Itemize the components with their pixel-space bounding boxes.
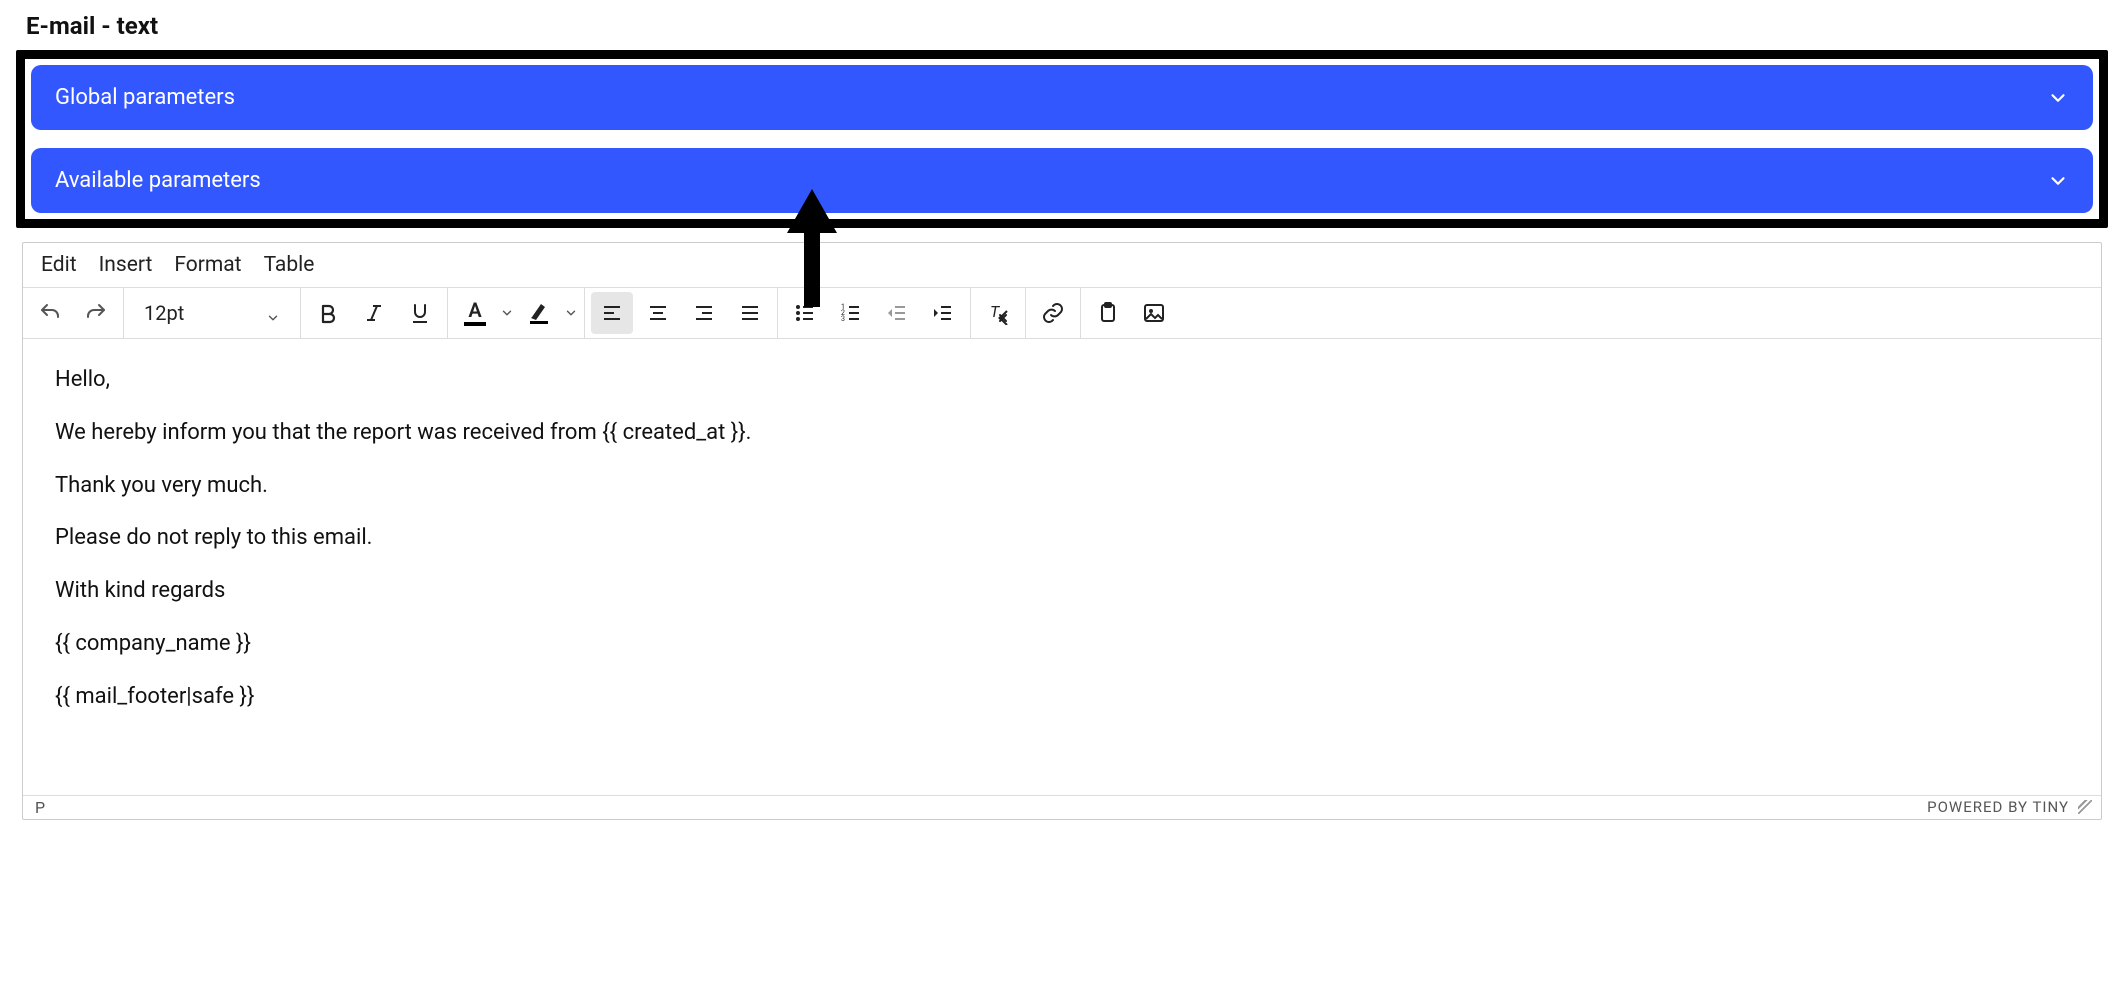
highlight-color-button[interactable] (518, 292, 578, 334)
bullet-list-button[interactable] (784, 292, 826, 334)
toolbar-group-color: A (448, 288, 585, 338)
editor-paragraph: With kind regards (55, 576, 2073, 607)
editor-paragraph: {{ mail_footer|safe }} (55, 682, 2073, 713)
menu-edit[interactable]: Edit (41, 253, 77, 277)
underline-button[interactable] (399, 292, 441, 334)
align-left-button[interactable] (591, 292, 633, 334)
italic-button[interactable] (353, 292, 395, 334)
accordion-label: Global parameters (55, 85, 235, 110)
numbered-list-button[interactable]: 123 (830, 292, 872, 334)
element-path[interactable]: P (35, 798, 45, 817)
svg-text:3: 3 (841, 315, 845, 323)
parameters-highlight-box: Global parameters Available parameters (16, 50, 2108, 228)
toolbar-group-history (23, 288, 124, 338)
accordion-label: Available parameters (55, 168, 261, 193)
powered-by-label: POWERED BY TINY (1927, 798, 2069, 816)
toolbar-group-link (1026, 288, 1081, 338)
align-right-button[interactable] (683, 292, 725, 334)
page-title: E-mail - text (0, 0, 2124, 50)
menu-table[interactable]: Table (264, 253, 315, 277)
redo-button[interactable] (75, 292, 117, 334)
menu-insert[interactable]: Insert (99, 253, 153, 277)
menu-format[interactable]: Format (174, 253, 241, 277)
indent-button[interactable] (922, 292, 964, 334)
editor-content-area[interactable]: Hello, We hereby inform you that the rep… (23, 339, 2101, 795)
toolbar-group-insert (1081, 288, 1181, 338)
editor-paragraph: Hello, (55, 365, 2073, 396)
chevron-down-icon (2047, 170, 2069, 192)
accordion-global-parameters[interactable]: Global parameters (31, 65, 2093, 130)
editor-paragraph: We hereby inform you that the report was… (55, 418, 2073, 449)
editor-paragraph: {{ company_name }} (55, 629, 2073, 660)
toolbar-group-clear: T (971, 288, 1026, 338)
align-center-button[interactable] (637, 292, 679, 334)
accordion-available-parameters[interactable]: Available parameters (31, 148, 2093, 213)
editor-paragraph: Please do not reply to this email. (55, 523, 2073, 554)
insert-link-button[interactable] (1032, 292, 1074, 334)
undo-button[interactable] (29, 292, 71, 334)
editor-statusbar: P POWERED BY TINY (23, 795, 2101, 819)
insert-image-button[interactable] (1133, 292, 1175, 334)
chevron-down-icon (500, 306, 514, 320)
chevron-down-icon (2047, 87, 2069, 109)
rich-text-editor: Edit Insert Format Table 12pt (22, 242, 2102, 820)
toolbar-group-lists: 123 (778, 288, 971, 338)
paste-button[interactable] (1087, 292, 1129, 334)
editor-paragraph: Thank you very much. (55, 471, 2073, 502)
chevron-down-icon (564, 306, 578, 320)
align-justify-button[interactable] (729, 292, 771, 334)
toolbar-group-align (585, 288, 778, 338)
resize-handle-icon[interactable] (2077, 799, 2093, 815)
editor-toolbar: 12pt A (23, 288, 2101, 339)
outdent-button[interactable] (876, 292, 918, 334)
font-size-value: 12pt (144, 301, 184, 325)
toolbar-group-textstyle (301, 288, 448, 338)
clear-formatting-button[interactable]: T (977, 292, 1019, 334)
chevron-down-icon (266, 306, 280, 320)
bold-button[interactable] (307, 292, 349, 334)
text-color-button[interactable]: A (454, 292, 514, 334)
font-size-select[interactable]: 12pt (132, 292, 292, 334)
toolbar-group-fontsize: 12pt (124, 288, 301, 338)
editor-menubar: Edit Insert Format Table (23, 243, 2101, 288)
text-color-glyph: A (468, 300, 481, 320)
